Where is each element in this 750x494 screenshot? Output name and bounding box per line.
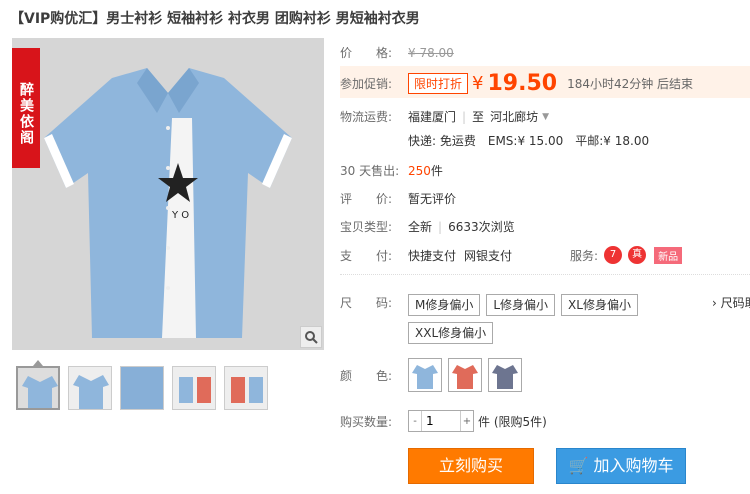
thumbnail-strip xyxy=(16,366,268,410)
color-row: 颜 色: xyxy=(340,358,528,392)
shop-badge: 醉美依阁 xyxy=(12,48,40,168)
thumbnail-3[interactable] xyxy=(120,366,164,410)
increase-button[interactable]: + xyxy=(461,416,473,427)
review-value: 暂无评价 xyxy=(408,192,457,206)
shipping-row: 物流运费: 福建厦门 | 至 河北廊坊 ▼ xyxy=(340,108,550,125)
shipping-to[interactable]: 河北廊坊 xyxy=(490,108,538,125)
divider xyxy=(340,274,750,275)
size-options: M修身偏小 L修身偏小 XL修身偏小 XXL修身偏小 xyxy=(408,294,708,344)
service-label: 服务: xyxy=(570,248,599,263)
promo-tag: 限时打折 xyxy=(408,72,469,94)
color-option-blue[interactable] xyxy=(408,358,442,392)
quantity-input[interactable] xyxy=(421,411,461,431)
quantity-row: 购买数量: - + 件 (限购5件) xyxy=(340,410,547,432)
add-to-cart-button[interactable]: 🛒 加入购物车 xyxy=(556,448,686,484)
quantity-stepper: - + xyxy=(408,410,474,432)
size-helper-link[interactable]: › 尺码助手 xyxy=(712,294,750,311)
chevron-down-icon[interactable]: ▼ xyxy=(542,112,549,122)
thumbnail-2[interactable] xyxy=(68,366,112,410)
condition-label: 宝贝类型: xyxy=(340,220,393,234)
color-option-red[interactable] xyxy=(448,358,482,392)
quantity-label: 购买数量: xyxy=(340,414,393,429)
promo-price: 19.50 xyxy=(487,70,558,96)
sales-row: 30 天售出: 250 件 xyxy=(340,162,443,179)
size-row: 尺 码: M修身偏小 L修身偏小 XL修身偏小 XXL修身偏小 › 尺码助手 xyxy=(340,294,750,344)
payment-row: 支 付: 快捷支付 网银支付 服务: 7 真 新品 xyxy=(340,246,683,264)
shirt-image: Y O xyxy=(12,38,324,350)
svg-text:Y O: Y O xyxy=(171,210,189,221)
view-count: 6633次浏览 xyxy=(448,220,515,234)
sales-label: 30 天售出: xyxy=(340,164,400,178)
review-row: 评 价: 暂无评价 xyxy=(340,190,456,207)
sales-unit: 件 xyxy=(430,164,443,178)
thumbnail-4[interactable] xyxy=(172,366,216,410)
add-to-cart-label: 加入购物车 xyxy=(593,456,674,475)
cart-icon: 🛒 xyxy=(568,456,589,475)
price-row: 价 格: ¥ 78.00 xyxy=(340,44,454,61)
color-option-grey[interactable] xyxy=(488,358,522,392)
decrease-button[interactable]: - xyxy=(409,416,421,427)
sales-count: 250 xyxy=(408,163,431,178)
shipping-from: 福建厦门 xyxy=(408,110,457,124)
new-product-badge: 新品 xyxy=(654,246,683,264)
payment-method-1: 快捷支付 xyxy=(408,248,457,263)
promo-label: 参加促销: xyxy=(340,76,393,91)
currency-symbol: ¥ xyxy=(472,72,484,94)
size-option-xl[interactable]: XL修身偏小 xyxy=(561,294,638,316)
ems-fee: EMS:¥ 15.00 xyxy=(487,133,564,148)
original-price: ¥ 78.00 xyxy=(408,45,454,60)
shipping-label: 物流运费: xyxy=(340,110,393,124)
color-label: 颜 色: xyxy=(340,368,393,383)
shipping-fees: 快递: 免运费 EMS:¥ 15.00 平邮:¥ 18.00 xyxy=(408,132,649,149)
seven-day-return-icon[interactable]: 7 xyxy=(604,246,623,264)
main-product-image[interactable]: Y O 醉美依阁 xyxy=(12,38,324,350)
promo-countdown: 184小时42分钟 后结束 xyxy=(567,76,694,91)
quantity-limit: 件 (限购5件) xyxy=(478,414,547,429)
express-fee: 快递: 免运费 xyxy=(408,134,476,148)
mail-fee: 平邮:¥ 18.00 xyxy=(575,134,650,148)
product-title: 【VIP购优汇】男士衬衫 短袖衬衫 衬衣男 团购衬衫 男短袖衬衣男 xyxy=(10,11,420,27)
price-label: 价 格: xyxy=(340,46,393,60)
promo-row: 参加促销: 限时打折 ¥ 19.50 184小时42分钟 后结束 xyxy=(340,68,693,98)
size-option-xxl[interactable]: XXL修身偏小 xyxy=(408,322,494,344)
size-option-m[interactable]: M修身偏小 xyxy=(408,294,481,316)
thumbnail-5[interactable] xyxy=(224,366,268,410)
size-option-l[interactable]: L修身偏小 xyxy=(486,294,556,316)
payment-label: 支 付: xyxy=(340,248,393,263)
payment-method-2: 网银支付 xyxy=(464,248,513,263)
review-label: 评 价: xyxy=(340,192,393,206)
buy-now-button[interactable]: 立刻购买 xyxy=(408,448,534,484)
condition-value: 全新 xyxy=(408,220,433,234)
genuine-guarantee-icon[interactable]: 真 xyxy=(628,246,647,264)
zoom-icon[interactable] xyxy=(300,326,322,348)
condition-row: 宝贝类型: 全新 | 6633次浏览 xyxy=(340,219,515,235)
size-label: 尺 码: xyxy=(340,296,393,310)
shipping-to-label: 至 xyxy=(472,110,485,124)
thumbnail-1[interactable] xyxy=(16,366,60,410)
